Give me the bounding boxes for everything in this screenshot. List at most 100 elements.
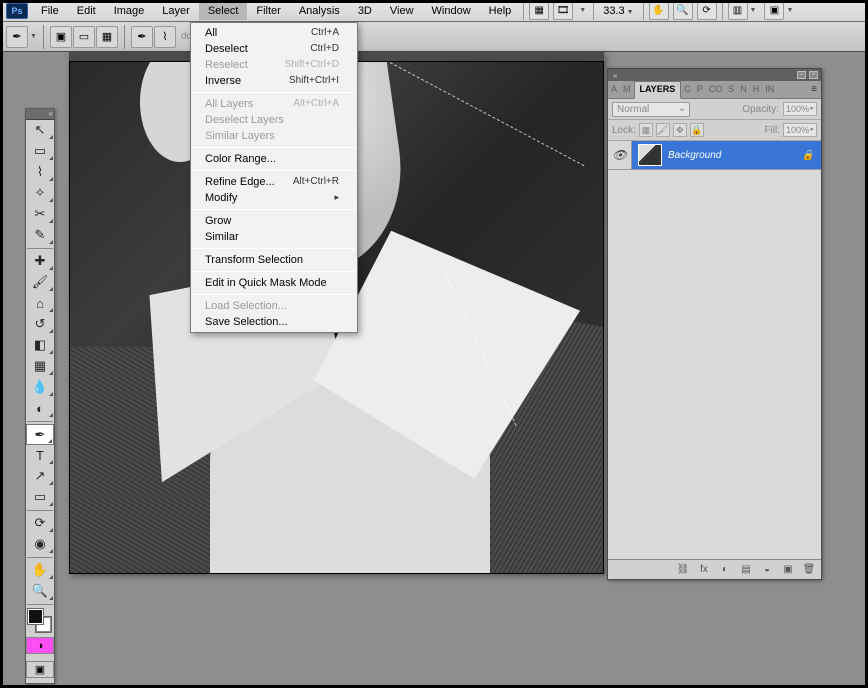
menuitem-deselect[interactable]: DeselectCtrl+D [191, 41, 357, 57]
arrange-icon[interactable]: ▥ [728, 2, 748, 20]
menuitem-save-selection[interactable]: Save Selection... [191, 314, 357, 330]
tool-3d-rotate[interactable]: ⟳ [26, 513, 54, 534]
lock-transparency-icon[interactable]: ▦ [639, 123, 653, 137]
zoom-icon[interactable]: 🔍 [673, 2, 693, 20]
tool-dodge[interactable]: ◐ [26, 398, 54, 419]
menu-view[interactable]: View [381, 2, 423, 20]
panel-btn-3[interactable]: ▤ [737, 562, 755, 578]
clip-icon[interactable]: 🎞 [553, 2, 573, 20]
menuitem-all[interactable]: AllCtrl+A [191, 25, 357, 41]
tab-h[interactable]: H [750, 81, 763, 98]
panel-menu-icon[interactable]: ≡ [807, 81, 821, 98]
tab-co[interactable]: CO [706, 81, 726, 98]
tool-blur[interactable]: 💧 [26, 377, 54, 398]
quick-mask-toggle[interactable]: ◑ [26, 637, 54, 654]
tab-a[interactable]: A [608, 81, 620, 98]
tool-eraser[interactable]: ◧ [26, 335, 54, 356]
menuitem-similar-layers: Similar Layers [191, 128, 357, 144]
tool-pen[interactable]: ✒ [26, 424, 54, 445]
tab-layers[interactable]: LAYERS [634, 81, 682, 99]
tool-type[interactable]: T [26, 445, 54, 466]
panel-btn-4[interactable]: ◒ [758, 562, 776, 578]
menuitem-transform-selection[interactable]: Transform Selection [191, 252, 357, 268]
menuitem-modify[interactable]: Modify [191, 190, 357, 206]
menuitem-color-range[interactable]: Color Range... [191, 151, 357, 167]
tool-crop[interactable]: ✂ [26, 204, 54, 225]
layer-row[interactable]: 👁 Background 🔒 [608, 141, 821, 170]
menuitem-refine-edge[interactable]: Refine Edge...Alt+Ctrl+R [191, 174, 357, 190]
close-icon[interactable]: × [809, 71, 818, 79]
menuitem-reselect: ReselectShift+Ctrl+D [191, 57, 357, 73]
panel-btn-6[interactable]: 🗑 [800, 562, 818, 578]
hand-icon[interactable]: ✋ [649, 2, 669, 20]
visibility-icon[interactable]: 👁 [608, 141, 632, 169]
menu-select[interactable]: Select [199, 2, 248, 20]
lock-position-icon[interactable]: ✥ [673, 123, 687, 137]
menu-window[interactable]: Window [423, 2, 480, 20]
doc-dropdown[interactable]: ▼ [575, 7, 590, 14]
panel-titlebar[interactable]: « – × [608, 69, 821, 81]
fill-field[interactable]: 100% [783, 123, 817, 137]
opacity-field[interactable]: 100% [783, 102, 817, 116]
menu-layer[interactable]: Layer [153, 2, 199, 20]
panel-btn-2[interactable]: ◐ [716, 562, 734, 578]
foreground-swatch[interactable] [28, 609, 43, 624]
tab-in[interactable]: IN [762, 81, 777, 98]
tab-p[interactable]: P [694, 81, 706, 98]
blend-mode-dropdown[interactable]: Normal [612, 102, 690, 117]
fill-pixels-icon[interactable]: ▦ [96, 26, 118, 48]
lock-pixels-icon[interactable]: 🖌 [656, 123, 670, 137]
menu-filter[interactable]: Filter [247, 2, 289, 20]
menu-help[interactable]: Help [480, 2, 521, 20]
panel-btn-0[interactable]: ⛓ [674, 562, 692, 578]
menuitem-edit-in-quick-mask-mode[interactable]: Edit in Quick Mask Mode [191, 275, 357, 291]
menu-image[interactable]: Image [105, 2, 154, 20]
color-swatches[interactable] [26, 607, 54, 637]
screenmode-icon[interactable]: ▣ [764, 2, 784, 20]
tool-zoom[interactable]: 🔍 [26, 581, 54, 602]
freeform-icon[interactable]: ⌇ [154, 26, 176, 48]
menuitem-inverse[interactable]: InverseShift+Ctrl+I [191, 73, 357, 89]
tool-eyedropper[interactable]: ✎ [26, 225, 54, 246]
menu-edit[interactable]: Edit [68, 2, 105, 20]
tool-hand[interactable]: ✋ [26, 560, 54, 581]
panel-btn-5[interactable]: ▣ [779, 562, 797, 578]
tool-brush[interactable]: 🖌 [26, 272, 54, 293]
paths-icon[interactable]: ▭ [73, 26, 95, 48]
pen-tool-preset[interactable]: ✒ [6, 26, 28, 48]
panel-btn-1[interactable]: fx [695, 562, 713, 578]
tool-shape[interactable]: ▭ [26, 487, 54, 508]
toolbox-titlebar[interactable]: « [26, 109, 54, 120]
menuitem-grow[interactable]: Grow [191, 213, 357, 229]
minimize-icon[interactable]: – [797, 71, 806, 79]
layer-thumbnail[interactable] [638, 144, 662, 166]
tool-lasso[interactable]: ⌇ [26, 162, 54, 183]
tab-m[interactable]: M [620, 81, 634, 98]
tool-wand[interactable]: ✧ [26, 183, 54, 204]
tool-marquee[interactable]: ▭ [26, 141, 54, 162]
tool-heal[interactable]: ✚ [26, 251, 54, 272]
menu-3d[interactable]: 3D [349, 2, 381, 20]
tab-s[interactable]: S [725, 81, 737, 98]
tab-c[interactable]: C [681, 81, 694, 98]
tool-move[interactable]: ↖ [26, 120, 54, 141]
zoom-level[interactable]: 33.3 ▼ [597, 5, 639, 17]
menu-file[interactable]: File [32, 2, 68, 20]
lock-label: Lock: [612, 125, 636, 136]
menuitem-similar[interactable]: Similar [191, 229, 357, 245]
bridge-icon[interactable]: ▦ [529, 2, 549, 20]
menu-analysis[interactable]: Analysis [290, 2, 349, 20]
tool-gradient[interactable]: ▦ [26, 356, 54, 377]
tool-path-select[interactable]: ↗ [26, 466, 54, 487]
tool-history-brush[interactable]: ↺ [26, 314, 54, 335]
layers-panel: « – × AMLAYERSCPCOSNHIN≡ Normal Opacity:… [607, 68, 822, 580]
shape-layers-icon[interactable]: ▣ [50, 26, 72, 48]
tool-3d-orbit[interactable]: ◉ [26, 534, 54, 555]
layer-list: 👁 Background 🔒 [608, 141, 821, 559]
screen-mode-button[interactable]: ▣ [26, 661, 54, 678]
rotate-view-icon[interactable]: ⟳ [697, 2, 717, 20]
pen-icon[interactable]: ✒ [131, 26, 153, 48]
tab-n[interactable]: N [737, 81, 750, 98]
tool-stamp[interactable]: ⌂ [26, 293, 54, 314]
lock-all-icon[interactable]: 🔒 [690, 123, 704, 137]
